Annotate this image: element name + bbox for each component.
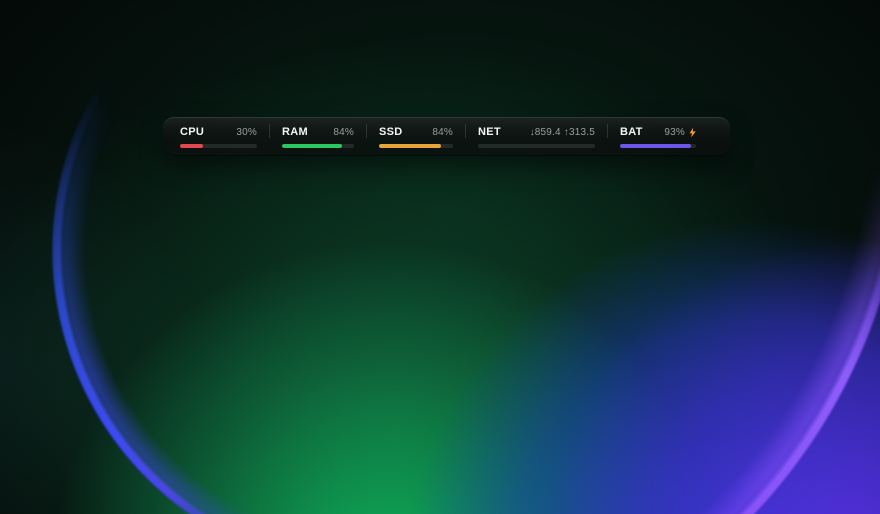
section-divider <box>366 124 367 138</box>
cpu-label: CPU <box>180 125 205 138</box>
system-monitor-widget[interactable]: CPU 30% RAM 84% SSD 84% NET ↓859.4 ↑313.… <box>163 117 730 156</box>
ssd-label: SSD <box>379 125 403 138</box>
monitor-section-ram: RAM 84% <box>282 117 354 156</box>
cpu-value: 30% <box>236 126 257 138</box>
net-value: ↓859.4 ↑313.5 <box>529 126 595 138</box>
net-progress-track <box>478 143 595 148</box>
section-divider <box>269 124 270 138</box>
desktop: CPU 30% RAM 84% SSD 84% NET ↓859.4 ↑313.… <box>0 0 880 514</box>
battery-value: 93% <box>664 126 685 138</box>
ram-label: RAM <box>282 125 308 138</box>
cpu-progress-fill <box>180 143 204 148</box>
battery-progress-track <box>620 143 696 148</box>
charging-bolt-icon <box>689 127 696 138</box>
monitor-section-cpu: CPU 30% <box>180 117 257 156</box>
ssd-progress-track <box>379 143 453 148</box>
section-divider <box>465 124 466 138</box>
battery-label: BAT <box>620 125 643 138</box>
ram-progress-fill <box>282 143 343 148</box>
cpu-progress-track <box>180 143 257 148</box>
net-label: NET <box>478 125 501 138</box>
section-divider <box>607 124 608 138</box>
monitor-section-net: NET ↓859.4 ↑313.5 <box>478 117 595 156</box>
ram-value: 84% <box>333 126 354 138</box>
monitor-section-battery: BAT 93% <box>620 117 696 156</box>
ram-progress-track <box>282 143 354 148</box>
desktop-wallpaper <box>0 0 880 514</box>
ssd-value: 84% <box>432 126 453 138</box>
monitor-section-ssd: SSD 84% <box>379 117 453 156</box>
battery-progress-fill <box>620 143 691 148</box>
ssd-progress-fill <box>379 143 442 148</box>
